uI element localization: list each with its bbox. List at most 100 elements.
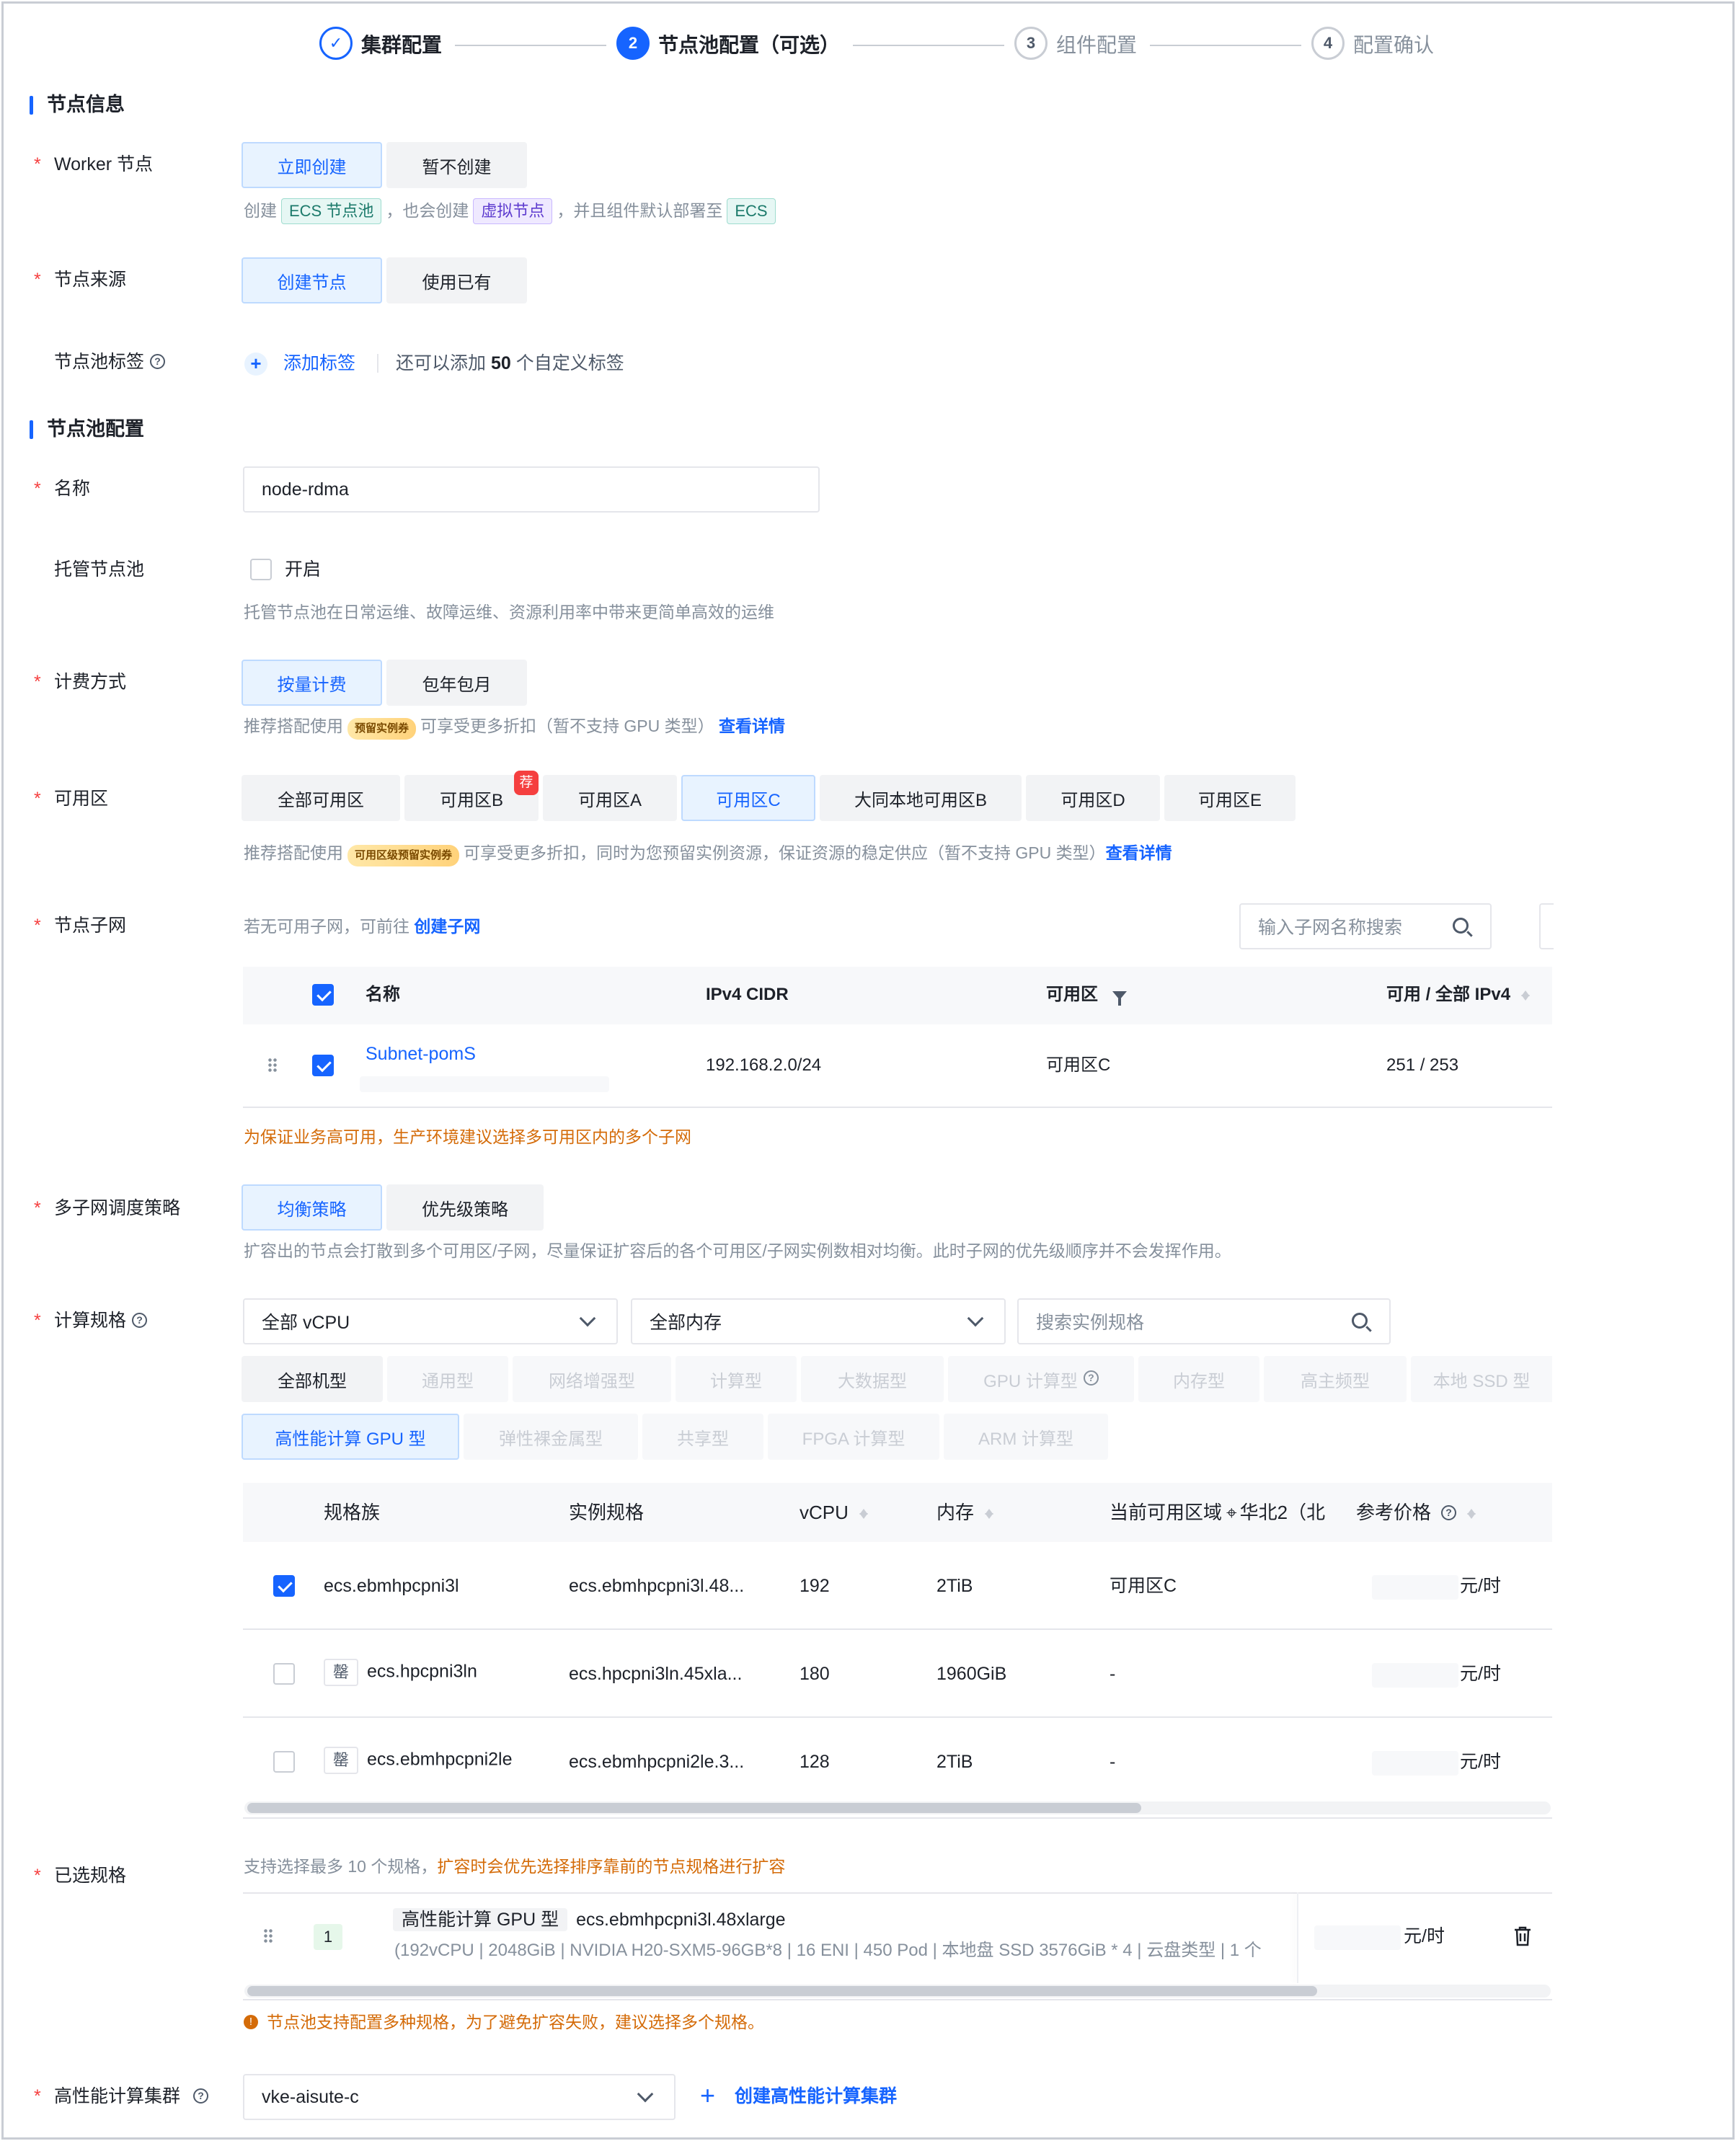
zone-c-button[interactable]: 可用区C xyxy=(681,775,815,821)
zone-e-button[interactable]: 可用区E xyxy=(1164,775,1296,821)
type-gpu-button[interactable]: GPU 计算型? xyxy=(948,1356,1134,1402)
memory-select[interactable]: 全部内存 xyxy=(631,1298,1006,1344)
step-4-label: 配置确认 xyxy=(1353,34,1435,56)
sort-icon[interactable] xyxy=(1466,1504,1476,1523)
step-4-number: 4 xyxy=(1311,27,1345,60)
drag-handle-icon[interactable] xyxy=(267,1058,278,1073)
spec-search-input[interactable]: 搜索实例规格 xyxy=(1017,1298,1391,1344)
subnet-select-all-checkbox[interactable] xyxy=(312,984,334,1006)
policy-label: 多子网调度策略 xyxy=(54,1198,181,1218)
type-bigdata-button[interactable]: 大数据型 xyxy=(801,1356,944,1402)
type-fpga-button[interactable]: FPGA 计算型 xyxy=(768,1414,939,1460)
required-mark: * xyxy=(34,672,41,692)
zone-datong-b-button[interactable]: 大同本地可用区B xyxy=(820,775,1022,821)
hpc-cluster-label-text: 高性能计算集群 xyxy=(54,2086,181,2106)
type-high-freq-button[interactable]: 高主频型 xyxy=(1264,1356,1407,1402)
billing-pay-as-you-go-button[interactable]: 按量计费 xyxy=(242,660,382,706)
spec-row-family: ecs.ebmhpcpni3l xyxy=(324,1576,459,1596)
billing-subscription-button[interactable]: 包年包月 xyxy=(386,660,527,706)
spec-col-zone: 当前可用区域 ⌖ 华北2（北 xyxy=(1110,1500,1325,1525)
type-shared-button[interactable]: 共享型 xyxy=(642,1414,763,1460)
spec-table-scrollbar[interactable] xyxy=(244,1801,1551,1814)
policy-priority-button[interactable]: 优先级策略 xyxy=(386,1184,544,1231)
add-tag-link[interactable]: 添加标签 xyxy=(283,351,355,376)
type-gpu-label: GPU 计算型 xyxy=(983,1371,1078,1391)
step-connector xyxy=(455,45,606,46)
subnet-row-ipv4: 251 / 253 xyxy=(1386,1055,1459,1075)
source-use-existing-button[interactable]: 使用已有 xyxy=(386,257,527,303)
price-redacted xyxy=(1372,1751,1458,1776)
memory-select-value: 全部内存 xyxy=(650,1313,722,1333)
type-memory-button[interactable]: 内存型 xyxy=(1138,1356,1259,1402)
zone-a-button[interactable]: 可用区A xyxy=(543,775,677,821)
type-network-button[interactable]: 网络增强型 xyxy=(513,1356,671,1402)
divider xyxy=(243,1892,1552,1894)
plus-icon[interactable]: + xyxy=(700,2083,715,2109)
hpc-cluster-select[interactable]: vke-aisute-c xyxy=(243,2074,676,2120)
add-icon[interactable]: + xyxy=(244,353,267,376)
help-icon[interactable]: ? xyxy=(1441,1504,1457,1520)
search-icon[interactable] xyxy=(1352,1313,1368,1329)
search-icon[interactable] xyxy=(1453,918,1469,934)
selected-spec-detail: (192vCPU | 2048GiB | NVIDIA H20-SXM5-96G… xyxy=(394,1941,1262,1960)
type-all-button[interactable]: 全部机型 xyxy=(242,1356,383,1402)
vcpu-select[interactable]: 全部 vCPU xyxy=(243,1298,618,1344)
spec-row-checkbox[interactable] xyxy=(273,1663,295,1685)
type-bare-metal-button[interactable]: 弹性裸金属型 xyxy=(464,1414,638,1460)
create-subnet-link[interactable]: 创建子网 xyxy=(414,917,480,936)
filter-icon[interactable] xyxy=(1112,990,1127,1006)
help-icon[interactable]: ? xyxy=(150,353,166,369)
spec-row-price: 元/时 xyxy=(1460,1752,1501,1772)
price-redacted xyxy=(1314,1925,1401,1950)
type-arm-button[interactable]: ARM 计算型 xyxy=(944,1414,1108,1460)
create-hpc-cluster-link[interactable]: 创建高性能计算集群 xyxy=(735,2084,897,2109)
required-mark: * xyxy=(34,479,41,499)
billing-hint-prefix: 推荐搭配使用 xyxy=(244,717,343,735)
name-input[interactable]: node-rdma xyxy=(243,466,820,513)
ecs-pool-tag: ECS 节点池 xyxy=(281,198,382,224)
refresh-button-partial[interactable] xyxy=(1539,903,1554,949)
managed-pool-checkbox[interactable] xyxy=(250,559,272,580)
drag-handle-icon[interactable] xyxy=(263,1928,273,1944)
required-mark: * xyxy=(34,154,41,174)
subnet-row-name[interactable]: Subnet-pomS xyxy=(366,1042,476,1066)
subnet-table-header xyxy=(243,967,1552,1024)
zone-all-button[interactable]: 全部可用区 xyxy=(242,775,400,821)
zone-hint-suffix: 可享受更多折扣，同时为您预留实例资源，保证资源的稳定供应（暂不支持 GPU 类型… xyxy=(464,843,1106,862)
policy-balanced-button[interactable]: 均衡策略 xyxy=(242,1184,382,1231)
source-create-node-button[interactable]: 创建节点 xyxy=(242,257,382,303)
scrollbar-thumb[interactable] xyxy=(247,1803,1141,1813)
type-compute-button[interactable]: 计算型 xyxy=(676,1356,797,1402)
type-general-button[interactable]: 通用型 xyxy=(387,1356,508,1402)
selected-spec-warning: ! 节点池支持配置多种规格，为了避免扩容失败，建议选择多个规格。 xyxy=(244,2011,764,2034)
type-hpc-gpu-button[interactable]: 高性能计算 GPU 型 xyxy=(242,1414,459,1460)
sort-icon[interactable] xyxy=(1520,986,1531,1005)
price-redacted xyxy=(1372,1575,1458,1600)
sort-icon[interactable] xyxy=(859,1504,869,1523)
subnet-search-input[interactable]: 输入子网名称搜索 xyxy=(1239,903,1492,949)
spec-row-checkbox[interactable] xyxy=(273,1575,295,1597)
delete-icon[interactable] xyxy=(1513,1925,1532,1947)
price-redacted xyxy=(1372,1663,1458,1688)
help-icon[interactable]: ? xyxy=(1083,1370,1099,1386)
spec-row-checkbox[interactable] xyxy=(273,1751,295,1773)
required-mark: * xyxy=(34,789,41,809)
type-local-ssd-button[interactable]: 本地 SSD 型 xyxy=(1411,1356,1552,1402)
subnet-row-checkbox[interactable] xyxy=(312,1055,334,1076)
spec-row-mem: 1960GiB xyxy=(936,1664,1007,1684)
zone-d-button[interactable]: 可用区D xyxy=(1026,775,1160,821)
billing-detail-link[interactable]: 查看详情 xyxy=(719,717,785,735)
worker-not-create-button[interactable]: 暂不创建 xyxy=(386,142,527,188)
subnet-row-cidr: 192.168.2.0/24 xyxy=(706,1055,822,1075)
help-icon[interactable]: ? xyxy=(193,2088,209,2104)
node-pool-tags-label: 节点池标签? xyxy=(54,350,166,374)
sort-icon[interactable] xyxy=(984,1504,994,1523)
help-icon[interactable]: ? xyxy=(132,1312,148,1328)
selected-spec-scrollbar[interactable] xyxy=(244,1985,1551,1998)
worker-create-now-button[interactable]: 立即创建 xyxy=(242,142,382,188)
warning-icon: ! xyxy=(244,2014,258,2029)
zone-detail-link[interactable]: 查看详情 xyxy=(1106,843,1172,862)
subnet-col-cidr: IPv4 CIDR xyxy=(706,985,789,1004)
scrollbar-thumb[interactable] xyxy=(247,1986,1317,1996)
subnet-row-id-redacted xyxy=(360,1076,609,1092)
